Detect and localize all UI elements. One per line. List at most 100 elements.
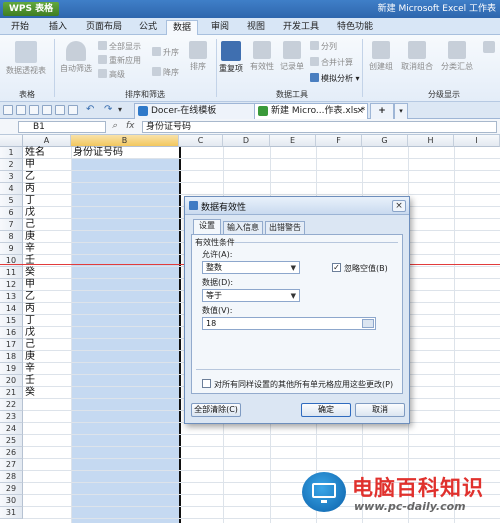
row-header[interactable]: 23 xyxy=(0,411,23,423)
allow-select[interactable]: 整数 ▼ xyxy=(202,261,300,274)
sort-ascending-button[interactable]: 升序 xyxy=(152,47,179,58)
apply-all-checkbox[interactable] xyxy=(202,379,211,388)
row-header[interactable]: 5 xyxy=(0,195,23,207)
row-header[interactable]: 7 xyxy=(0,219,23,231)
customize-toolbar-icon[interactable]: ▾ xyxy=(118,105,128,115)
cell-a[interactable]: 壬 xyxy=(25,255,35,267)
row-header[interactable]: 26 xyxy=(0,447,23,459)
open-file-icon[interactable] xyxy=(16,105,26,115)
cell-a[interactable]: 戊 xyxy=(25,207,35,219)
tab-developer[interactable]: 开发工具 xyxy=(280,20,322,35)
tab-error-alert[interactable]: 出错警告 xyxy=(265,221,305,235)
tab-features[interactable]: 特色功能 xyxy=(334,20,376,35)
row-header[interactable]: 27 xyxy=(0,459,23,471)
autofilter-button[interactable]: 自动筛选 xyxy=(58,41,94,74)
column-header-d[interactable]: D xyxy=(223,135,270,147)
row-header[interactable]: 17 xyxy=(0,339,23,351)
row-header[interactable]: 22 xyxy=(0,399,23,411)
row-header[interactable]: 15 xyxy=(0,315,23,327)
what-if-button[interactable]: 模拟分析 ▾ xyxy=(310,73,360,84)
row-header[interactable]: 11 xyxy=(0,267,23,279)
row-header[interactable]: 10 xyxy=(0,255,23,267)
cell-b1[interactable]: 身份证号码 xyxy=(73,147,123,159)
close-icon[interactable]: × xyxy=(392,200,406,212)
subtotal-button[interactable]: 分类汇总 xyxy=(438,41,476,72)
range-picker-icon[interactable] xyxy=(362,319,374,328)
tab-list-chevron-icon[interactable]: ▾ xyxy=(394,103,408,119)
pivot-table-button[interactable]: 数据透视表 xyxy=(4,41,48,76)
tab-data[interactable]: 数据 xyxy=(166,20,198,35)
spellcheck-icon[interactable] xyxy=(68,105,78,115)
row-header[interactable]: 13 xyxy=(0,291,23,303)
row-header[interactable]: 2 xyxy=(0,159,23,171)
sort-descending-button[interactable]: 降序 xyxy=(152,67,179,78)
new-tab-button[interactable]: + xyxy=(370,103,394,119)
row-header[interactable]: 25 xyxy=(0,435,23,447)
tab-view[interactable]: 视图 xyxy=(242,20,270,35)
row-header[interactable]: 6 xyxy=(0,207,23,219)
redo-icon[interactable]: ↷ xyxy=(104,105,114,115)
cell-a[interactable]: 丁 xyxy=(25,315,35,327)
validation-button[interactable]: 有效性 xyxy=(248,41,276,72)
column-header-i[interactable]: I xyxy=(454,135,500,147)
tab-review[interactable]: 审阅 xyxy=(206,20,234,35)
row-header[interactable]: 1 xyxy=(0,147,23,159)
row-header[interactable]: 31 xyxy=(0,507,23,519)
sort-button[interactable]: 排序 xyxy=(184,41,212,72)
clear-all-button[interactable]: 全部清除(C) xyxy=(191,403,241,417)
row-header[interactable]: 19 xyxy=(0,363,23,375)
split-column-button[interactable]: 分列 xyxy=(310,41,337,52)
duplicates-button[interactable]: 重复项 xyxy=(218,41,244,74)
cell-a[interactable]: 丙 xyxy=(25,183,35,195)
column-header-b[interactable]: B xyxy=(71,135,179,147)
row-header[interactable]: 24 xyxy=(0,423,23,435)
advanced-filter-button[interactable]: 高级 xyxy=(98,69,125,80)
column-header-h[interactable]: H xyxy=(408,135,454,147)
cell-a[interactable]: 戊 xyxy=(25,327,35,339)
outline-extra-button[interactable] xyxy=(480,41,498,55)
show-all-button[interactable]: 全部显示 xyxy=(98,41,141,52)
cell-a[interactable]: 辛 xyxy=(25,243,35,255)
consolidate-button[interactable]: 合并计算 xyxy=(310,57,353,68)
wps-menu-button[interactable]: WPS 表格 xyxy=(3,2,60,16)
cell-a[interactable]: 庚 xyxy=(25,231,35,243)
row-header[interactable]: 30 xyxy=(0,495,23,507)
reapply-button[interactable]: 重新应用 xyxy=(98,55,141,66)
save-icon[interactable] xyxy=(29,105,39,115)
value-input[interactable]: 18 xyxy=(202,317,376,330)
undo-icon[interactable]: ↶ xyxy=(86,105,96,115)
row-header[interactable]: 21 xyxy=(0,387,23,399)
close-tab-icon[interactable]: × xyxy=(356,104,364,118)
name-box[interactable]: B1 xyxy=(18,121,106,133)
row-header[interactable]: 4 xyxy=(0,183,23,195)
cell-a[interactable]: 乙 xyxy=(25,291,35,303)
print-icon[interactable] xyxy=(42,105,52,115)
row-header[interactable]: 28 xyxy=(0,471,23,483)
cell-a[interactable]: 丁 xyxy=(25,195,35,207)
dialog-title-bar[interactable]: 数据有效性 × xyxy=(185,197,409,215)
preview-icon[interactable] xyxy=(55,105,65,115)
row-header[interactable]: 29 xyxy=(0,483,23,495)
cell-a[interactable]: 姓名 xyxy=(25,147,45,159)
row-header[interactable]: 20 xyxy=(0,375,23,387)
column-header-a[interactable]: A xyxy=(23,135,71,147)
doc-tab-docer[interactable]: Docer-在线模板 xyxy=(134,103,256,119)
row-header[interactable]: 18 xyxy=(0,351,23,363)
column-header-g[interactable]: G xyxy=(362,135,408,147)
cell-a[interactable]: 乙 xyxy=(25,171,35,183)
tab-home[interactable]: 开始 xyxy=(6,20,34,35)
tab-page-layout[interactable]: 页面布局 xyxy=(82,20,126,35)
cell-a[interactable]: 壬 xyxy=(25,375,35,387)
tab-settings[interactable]: 设置 xyxy=(193,219,221,235)
column-header-e[interactable]: E xyxy=(270,135,316,147)
column-header-f[interactable]: F xyxy=(316,135,362,147)
tab-formulas[interactable]: 公式 xyxy=(134,20,162,35)
ungroup-button[interactable]: 取消组合 xyxy=(398,41,436,72)
data-select[interactable]: 等于 ▼ xyxy=(202,289,300,302)
record-form-button[interactable]: 记录单 xyxy=(278,41,306,72)
tab-input-message[interactable]: 输入信息 xyxy=(223,221,263,235)
magnifier-icon[interactable]: ⌕ xyxy=(112,121,117,131)
row-header[interactable]: 8 xyxy=(0,231,23,243)
cell-a[interactable]: 庚 xyxy=(25,351,35,363)
cell-a[interactable]: 辛 xyxy=(25,363,35,375)
